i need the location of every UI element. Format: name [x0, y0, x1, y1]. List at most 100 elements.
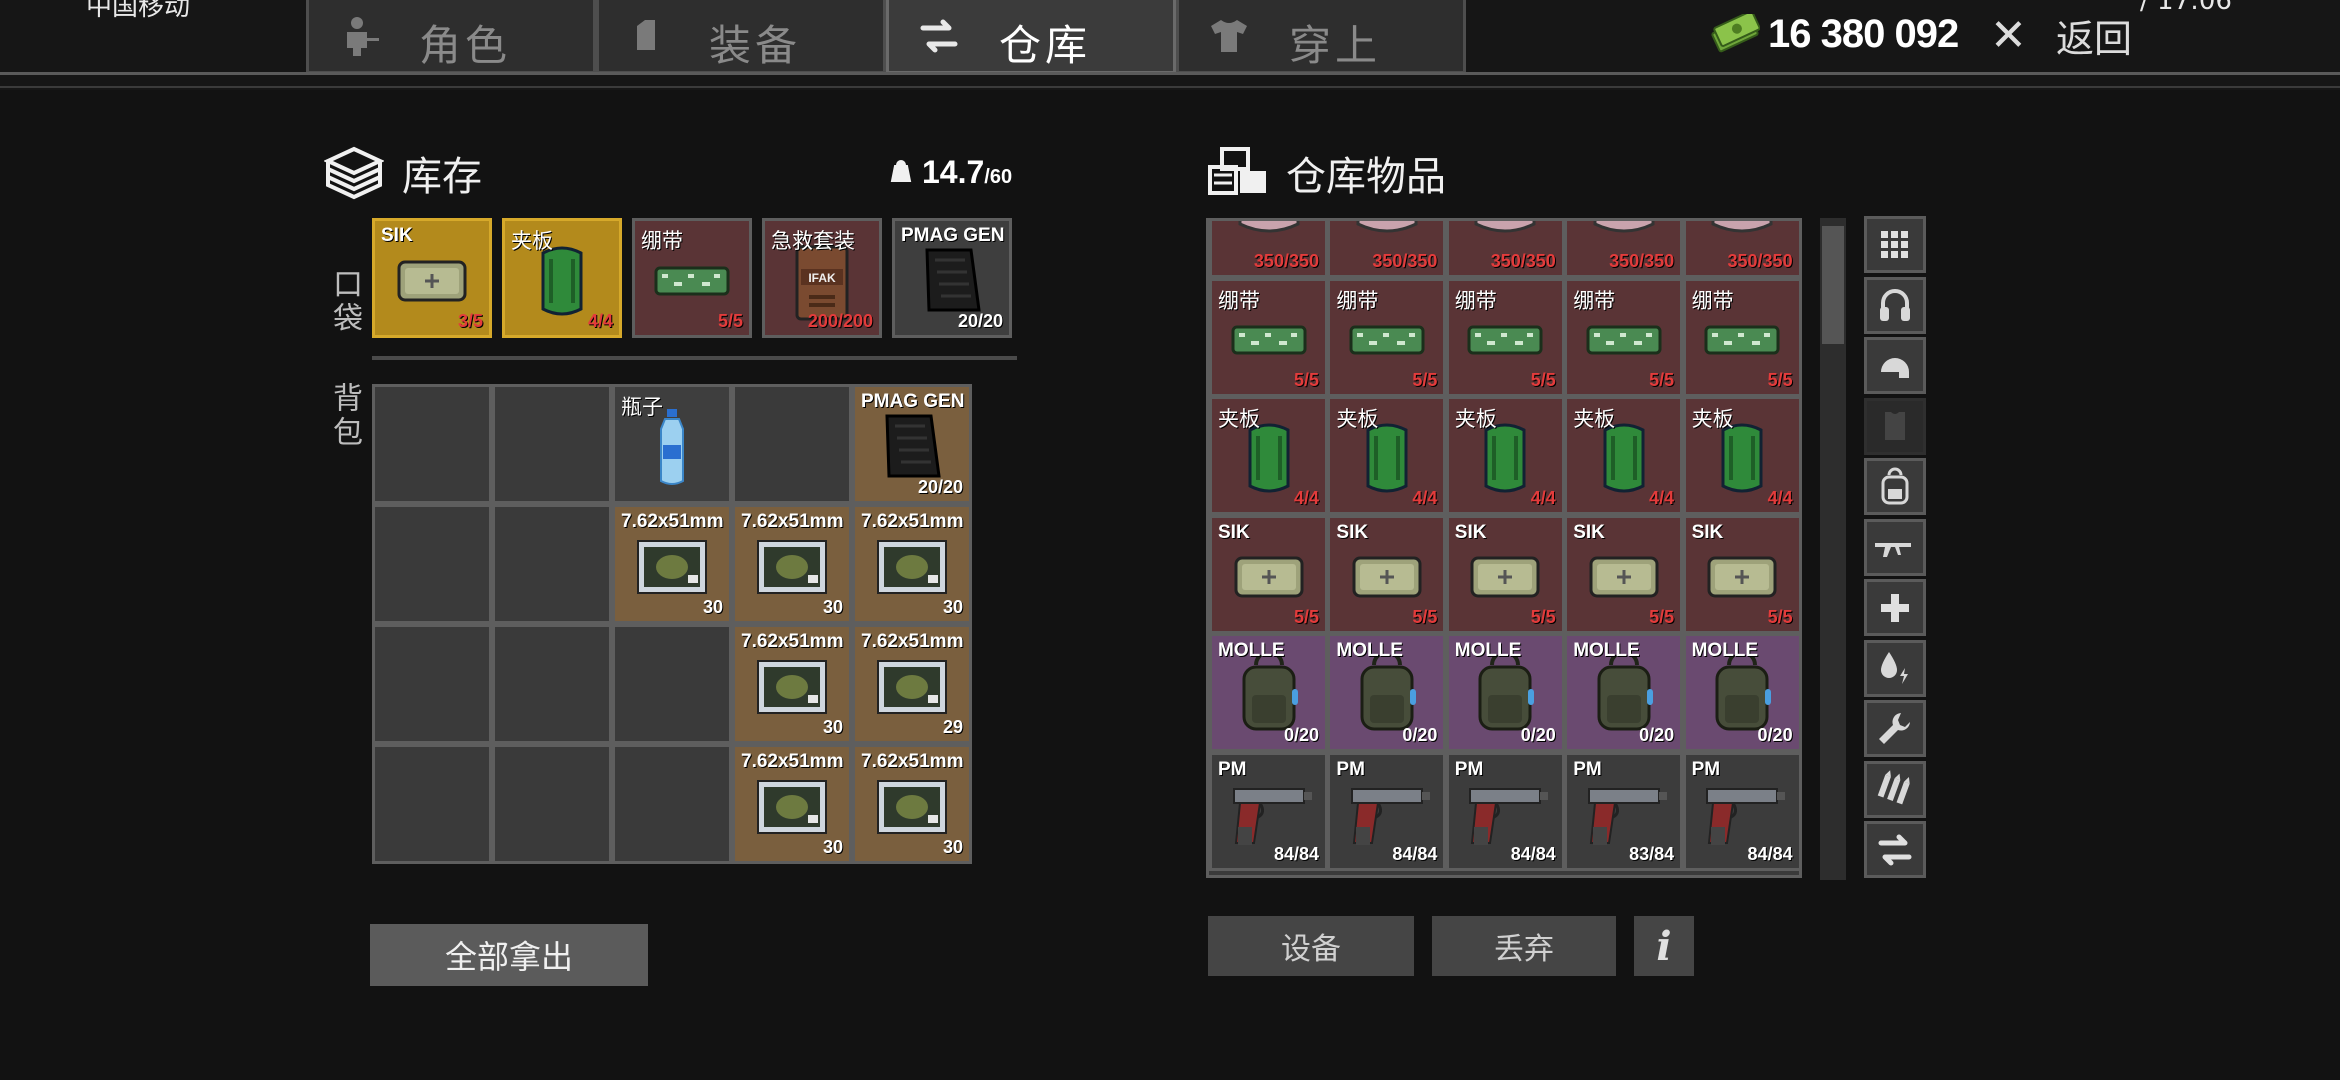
stash-slot[interactable]: PM 84/84 — [1445, 752, 1565, 871]
filter-armor[interactable] — [1864, 397, 1926, 455]
stash-slot[interactable]: 夹板 4/4 — [1682, 396, 1799, 516]
backpack-icon — [1881, 467, 1909, 504]
back-label: 返回 — [2056, 16, 2133, 61]
stash-slot[interactable]: SIK 5/5 — [1445, 514, 1565, 634]
empty-slot[interactable] — [372, 504, 492, 624]
stash-slot[interactable]: PM 84/84 — [1327, 752, 1447, 871]
pocket-slot[interactable]: SIK 3/5 — [372, 218, 492, 338]
stash-slot[interactable]: 绷带 5/5 — [1209, 277, 1328, 397]
filter-helmet[interactable] — [1864, 337, 1926, 394]
empty-slot[interactable] — [492, 504, 612, 624]
empty-slot[interactable] — [612, 624, 732, 744]
filter-ammo[interactable] — [1864, 760, 1926, 818]
stash-slot[interactable]: 夹板 4/4 — [1327, 396, 1447, 516]
stash-slot[interactable]: MOLLE 0/20 — [1209, 633, 1328, 753]
item-name: 夹板 — [1691, 407, 1734, 432]
empty-slot[interactable] — [372, 744, 492, 864]
pocket-slot[interactable]: IFAK 急救套装 200/200 — [762, 218, 882, 338]
item-name: 7.62x51mm — [741, 511, 844, 532]
empty-slot[interactable] — [492, 624, 612, 744]
filter-swap[interactable] — [1864, 821, 1926, 878]
filter-consumables[interactable] — [1864, 639, 1926, 697]
svg-text:IFAK: IFAK — [808, 271, 836, 285]
empty-slot[interactable] — [372, 384, 492, 504]
stash-slot[interactable]: 绷带 5/5 — [1564, 277, 1684, 397]
stash-slot[interactable]: 绷带 5/5 — [1682, 277, 1799, 397]
pocket-slot[interactable]: 绷带 5/5 — [632, 218, 752, 338]
empty-slot[interactable] — [492, 384, 612, 504]
stash-slot[interactable]: 夹板 4/4 — [1209, 396, 1328, 516]
backpack-slot[interactable]: 7.62x51mm 30 — [732, 624, 852, 744]
ammo-item-icon — [876, 539, 948, 599]
empty-slot[interactable] — [732, 384, 852, 504]
stash-slot[interactable]: SIK 5/5 — [1209, 514, 1328, 634]
filter-tools[interactable] — [1864, 700, 1926, 757]
filter-all[interactable] — [1864, 216, 1926, 273]
pocket-slot[interactable]: PMAG GEN M3 20/20 — [892, 218, 1012, 338]
tab-label: 穿上 — [1289, 21, 1382, 70]
stash-slot[interactable]: SIK 5/5 — [1327, 514, 1447, 634]
stash-slot[interactable]: 绷带 5/5 — [1445, 277, 1565, 397]
ammo-item-icon — [756, 779, 828, 839]
stash-slot[interactable]: 350/350 — [1682, 221, 1799, 278]
stash-slot[interactable]: 夹板 4/4 — [1564, 396, 1684, 516]
pocket-slot[interactable]: 夹板 4/4 — [502, 218, 622, 338]
backpack-slot[interactable]: 7.62x51mm 30 — [732, 744, 852, 864]
item-name: MOLLE — [1336, 640, 1403, 662]
item-name: PM — [1336, 759, 1365, 780]
tab-wear[interactable]: 穿上 — [1176, 0, 1466, 74]
backpack-slot[interactable]: 瓶子 — [612, 384, 732, 504]
empty-slot[interactable] — [372, 624, 492, 744]
tab-label: 仓库 — [999, 21, 1092, 70]
stash-slot[interactable]: SIK 5/5 — [1682, 514, 1799, 634]
item-name: PM — [1573, 759, 1602, 780]
inventory-icon — [323, 145, 385, 201]
helmet-icon — [1881, 357, 1909, 378]
info-button[interactable]: i — [1634, 916, 1694, 976]
tab-character[interactable]: 角色 — [306, 0, 596, 74]
stash-slot[interactable]: PM 84/84 — [1209, 752, 1328, 871]
filter-headset[interactable] — [1864, 276, 1926, 334]
tab-warehouse[interactable]: 仓库 — [886, 0, 1176, 74]
stash-slot[interactable]: MOLLE 0/20 — [1445, 633, 1565, 753]
stash-slot[interactable]: MOLLE 0/20 — [1682, 633, 1799, 753]
backpack-slot[interactable]: PMAG GEN M3 20/20 — [852, 384, 972, 504]
tab-equipment[interactable]: 装备 — [596, 0, 886, 74]
tab-label: 装备 — [709, 21, 802, 70]
stash-slot[interactable]: 350/350 — [1327, 221, 1447, 278]
backpack-slot[interactable]: 7.62x51mm 30 — [852, 504, 972, 624]
item-name: MOLLE — [1573, 640, 1640, 662]
empty-slot[interactable] — [612, 744, 732, 864]
stash-slot[interactable]: 350/350 — [1445, 221, 1565, 278]
filter-weapons[interactable] — [1864, 518, 1926, 576]
stash-scroll-thumb[interactable] — [1822, 226, 1844, 344]
sik-item-icon — [1234, 554, 1304, 604]
backpack-slot[interactable]: 7.62x51mm 30 — [852, 744, 972, 864]
stash-slot[interactable]: 350/350 — [1209, 221, 1328, 278]
filter-medical[interactable] — [1864, 579, 1926, 636]
stash-slot[interactable]: PM 83/84 — [1564, 752, 1684, 871]
stash-slot[interactable]: SIK 5/5 — [1564, 514, 1684, 634]
backpack-slot[interactable]: 7.62x51mm 29 — [852, 624, 972, 744]
backpack-slot[interactable]: 7.62x51mm 30 — [732, 504, 852, 624]
filter-backpack[interactable] — [1864, 458, 1926, 515]
stash-slot[interactable]: MOLLE 0/20 — [1327, 633, 1447, 753]
item-count: 5/5 — [1649, 369, 1675, 390]
stash-slot[interactable]: MOLLE 0/20 — [1564, 633, 1684, 753]
stash-slot[interactable]: PM 84/84 — [1682, 752, 1799, 871]
take-all-button[interactable]: 全部拿出 — [370, 924, 648, 986]
backpack-slot[interactable]: 7.62x51mm 30 — [612, 504, 732, 624]
item-name: PM — [1454, 759, 1484, 780]
empty-slot[interactable] — [492, 744, 612, 864]
back-button[interactable]: ✕ 返回 — [1990, 10, 2140, 61]
drop-button[interactable]: 丢弃 — [1432, 916, 1616, 976]
top-bar: 中国移动 / 17:06 角色 装备 仓库 穿上 16 380 092 ✕ 返回 — [0, 0, 2340, 90]
swap-icon — [1878, 834, 1912, 865]
shirt-icon — [1207, 14, 1251, 58]
item-count: 84/84 — [1273, 844, 1319, 864]
pocket-divider — [372, 356, 1017, 360]
stash-slot[interactable]: 350/350 — [1564, 221, 1684, 278]
stash-slot[interactable]: 绷带 5/5 — [1327, 277, 1447, 397]
equip-button[interactable]: 设备 — [1208, 916, 1414, 976]
stash-slot[interactable]: 夹板 4/4 — [1445, 396, 1565, 516]
